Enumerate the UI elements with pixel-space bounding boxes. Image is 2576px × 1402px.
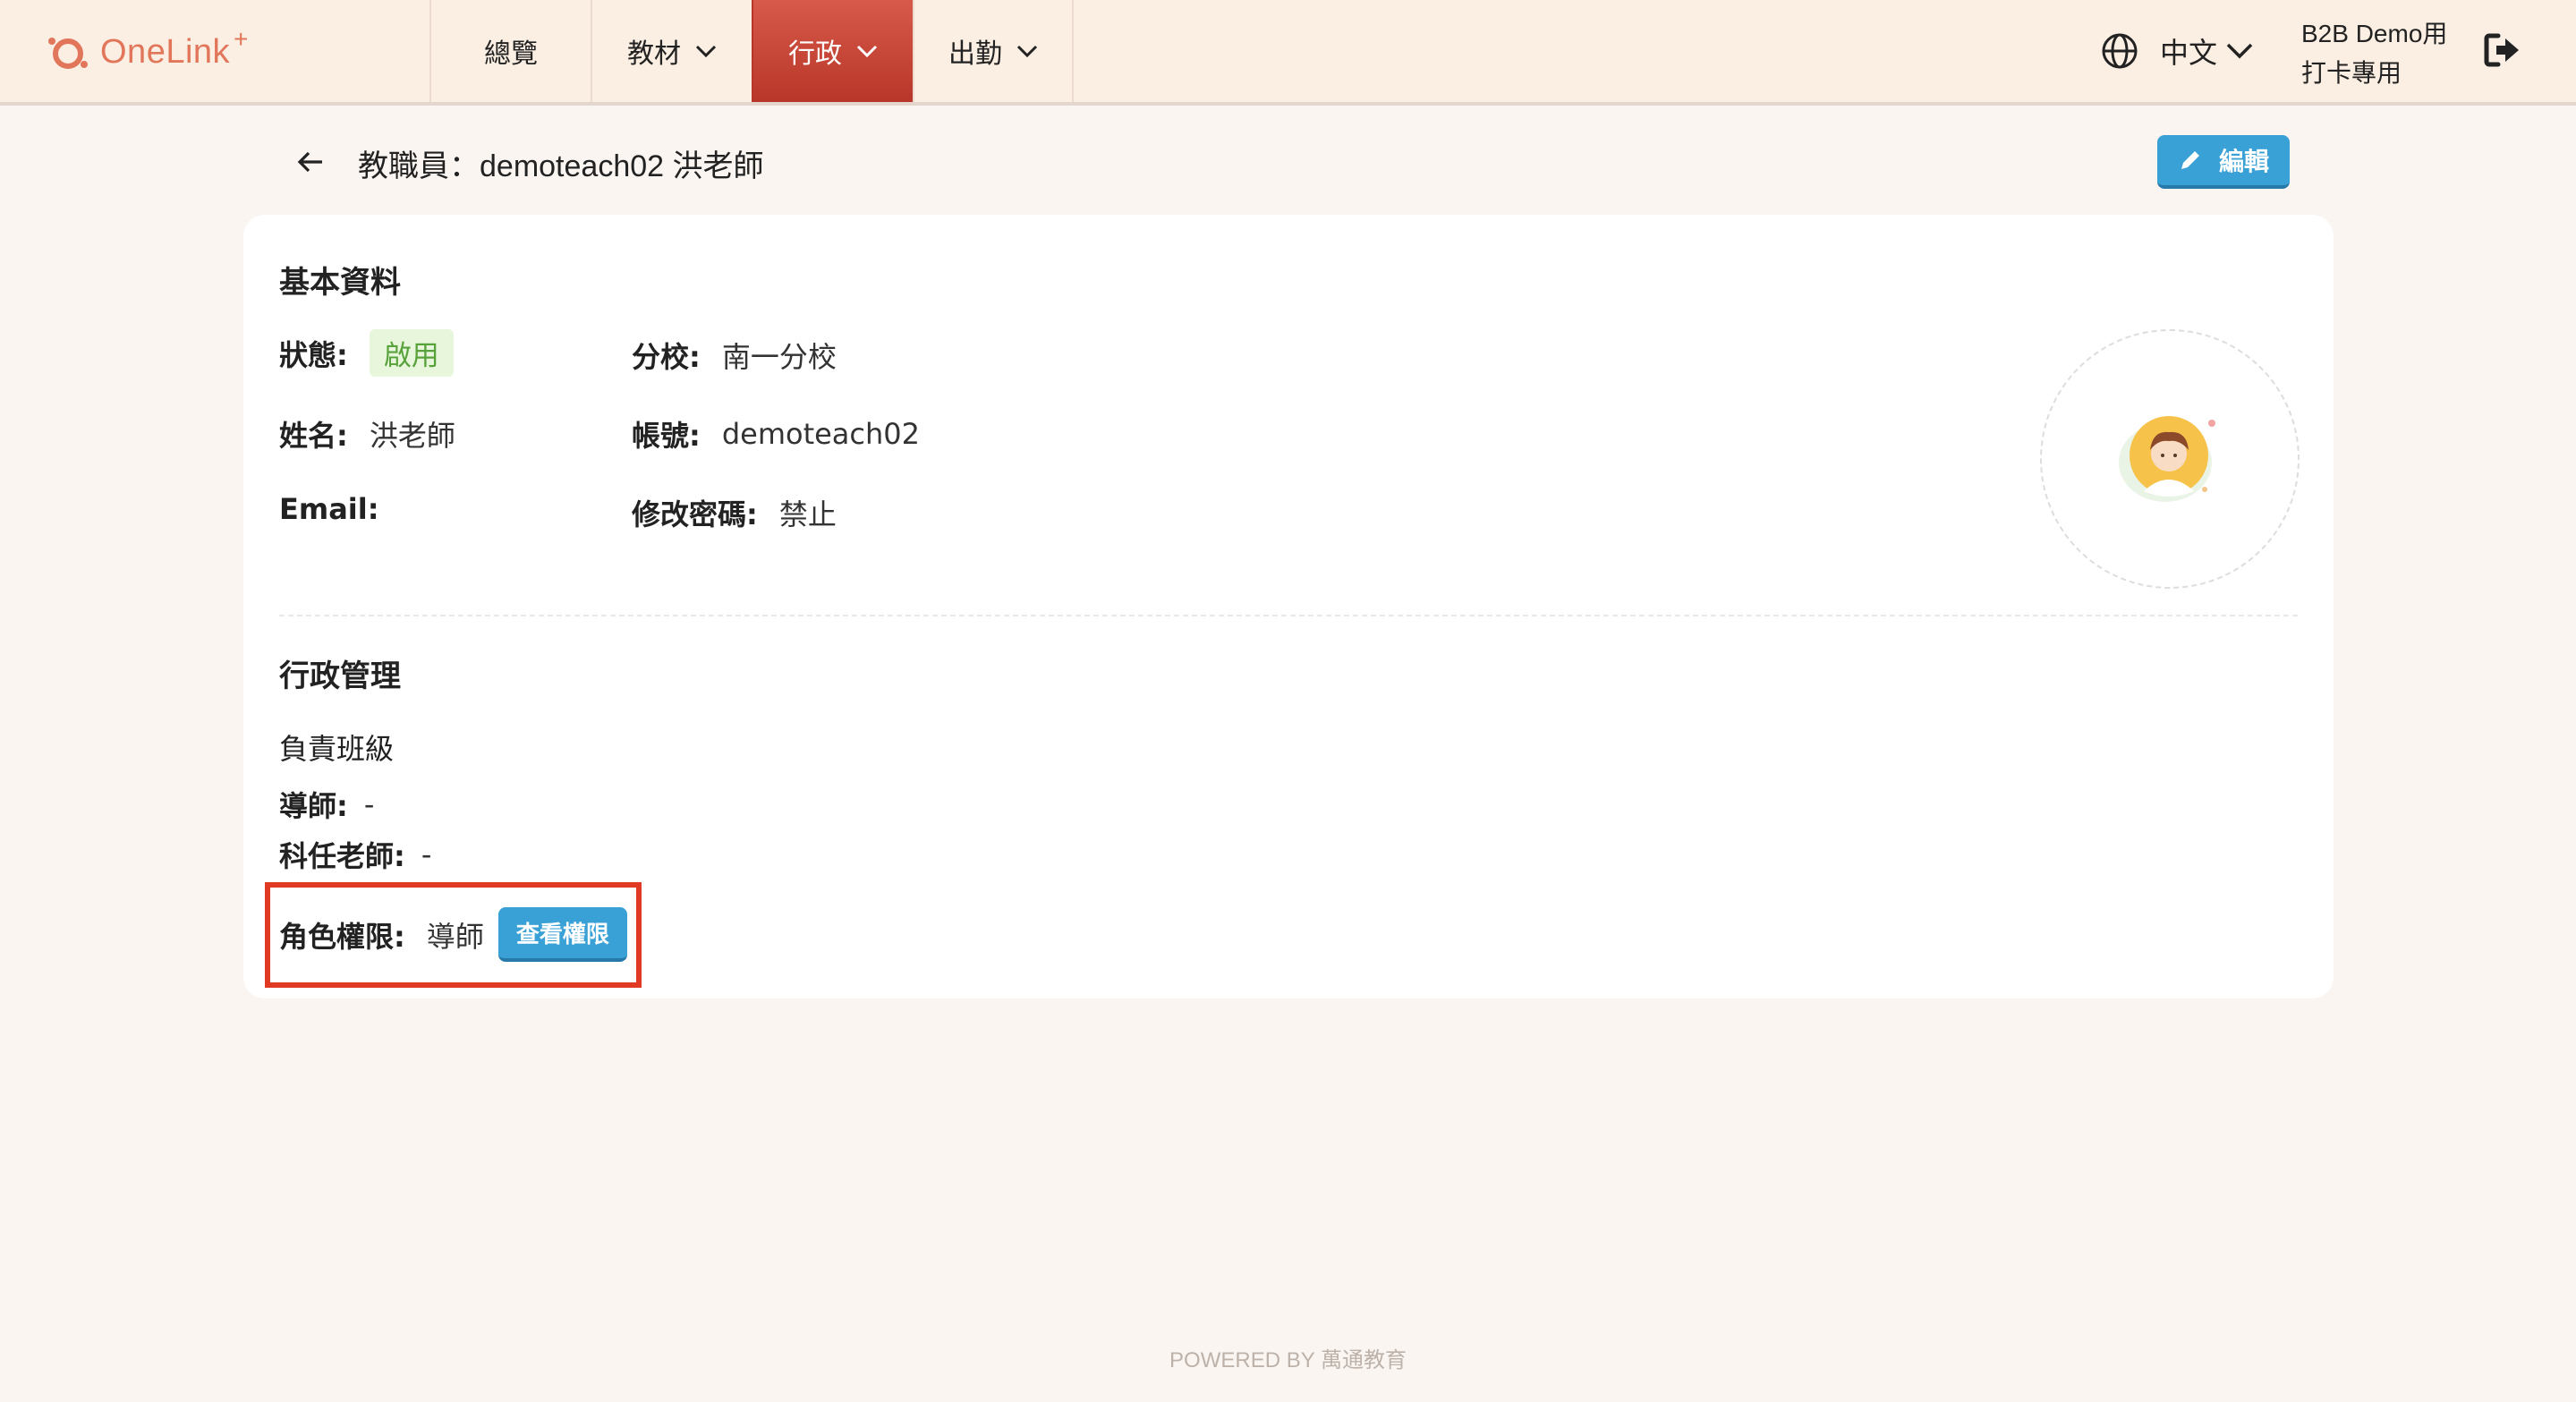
status-label: 狀態: <box>279 337 348 372</box>
nav-admin[interactable]: 行政 <box>752 0 913 102</box>
avatar <box>2040 329 2300 589</box>
nav-materials[interactable]: 教材 <box>591 0 752 102</box>
branch-value: 南一分校 <box>721 340 837 374</box>
tutor-label: 導師: <box>279 789 348 823</box>
view-permissions-button[interactable]: 查看權限 <box>497 907 627 962</box>
brand-logo[interactable]: OneLink + <box>45 25 249 79</box>
subject-teacher-label: 科任老師: <box>279 839 405 873</box>
branch-label: 分校: <box>632 340 701 374</box>
language-label: 中文 <box>2160 36 2218 70</box>
nav-overview-label: 總覽 <box>484 38 538 70</box>
email-label: Email: <box>279 492 379 526</box>
subject-teacher-value: - <box>421 837 432 871</box>
status-field: 狀態: 啟用 <box>279 329 454 377</box>
footer-powered-by: POWERED BY 萬通教育 <box>1169 1348 1407 1372</box>
pencil-icon <box>2181 151 2199 169</box>
name-field: 姓名: 洪老師 <box>279 413 455 455</box>
role-field: 角色權限: 導師 查看權限 <box>279 907 627 962</box>
chevron-down-icon <box>856 45 878 57</box>
classes-heading-row: 負責班級 <box>279 726 415 768</box>
role-label: 角色權限: <box>279 919 405 954</box>
password-label: 修改密碼: <box>632 497 758 531</box>
teacher-avatar-icon <box>2119 416 2215 502</box>
chevron-down-icon <box>695 45 717 57</box>
nav-attendance[interactable]: 出勤 <box>913 0 1074 102</box>
nav-overview[interactable]: 總覽 <box>429 0 591 102</box>
logo-icon <box>48 38 88 69</box>
account-label: 帳號: <box>632 419 701 453</box>
role-value: 導師 <box>426 919 484 954</box>
brand-plus: + <box>234 25 249 53</box>
basic-info-title: 基本資料 <box>279 265 401 301</box>
status-badge: 啟用 <box>369 329 454 377</box>
admin-section-title: 行政管理 <box>279 659 401 694</box>
nav-attendance-label: 出勤 <box>948 38 1002 70</box>
globe-icon <box>2102 33 2138 69</box>
nav-materials-label: 教材 <box>627 38 681 70</box>
page-title: 教職員：demoteach02 洪老師 <box>358 149 764 183</box>
classes-heading: 負責班級 <box>279 732 395 766</box>
password-field: 修改密碼: 禁止 <box>632 492 837 533</box>
tutor-field: 導師: - <box>279 784 374 825</box>
chevron-down-icon <box>1016 45 1038 57</box>
user-info: B2B Demo用 打卡專用 <box>2301 14 2447 93</box>
tutor-value: - <box>363 787 375 821</box>
nav-admin-label: 行政 <box>788 38 842 70</box>
edit-label: 編輯 <box>2218 147 2269 176</box>
password-value: 禁止 <box>778 497 837 531</box>
name-value: 洪老師 <box>369 419 455 453</box>
main-nav: 總覽 教材 行政 出勤 <box>429 0 1074 102</box>
branch-field: 分校: 南一分校 <box>632 335 837 376</box>
user-role: 打卡專用 <box>2301 59 2402 87</box>
subject-teacher-field: 科任老師: - <box>279 834 431 875</box>
section-divider <box>279 615 2298 616</box>
chevron-down-icon <box>2226 43 2253 59</box>
logout-button[interactable] <box>2484 32 2521 72</box>
back-button[interactable] <box>295 147 326 181</box>
top-navbar: OneLink + 總覽 教材 行政 出勤 中文 B2B Demo用 打卡專用 <box>0 0 2576 106</box>
account-field: 帳號: demoteach02 <box>632 413 920 455</box>
arrow-left-icon <box>297 151 322 173</box>
account-value: demoteach02 <box>721 417 920 451</box>
teacher-detail-card: 基本資料 狀態: 啟用 分校: 南一分校 姓名: 洪老師 帳號: demotea… <box>243 215 2334 998</box>
email-field: Email: <box>279 492 401 526</box>
brand-name: OneLink <box>100 32 231 71</box>
user-name: B2B Demo用 <box>2301 20 2448 47</box>
language-selector[interactable]: 中文 <box>2101 27 2253 75</box>
name-label: 姓名: <box>279 419 348 453</box>
logout-icon <box>2484 33 2519 67</box>
edit-button[interactable]: 編輯 <box>2157 135 2290 189</box>
